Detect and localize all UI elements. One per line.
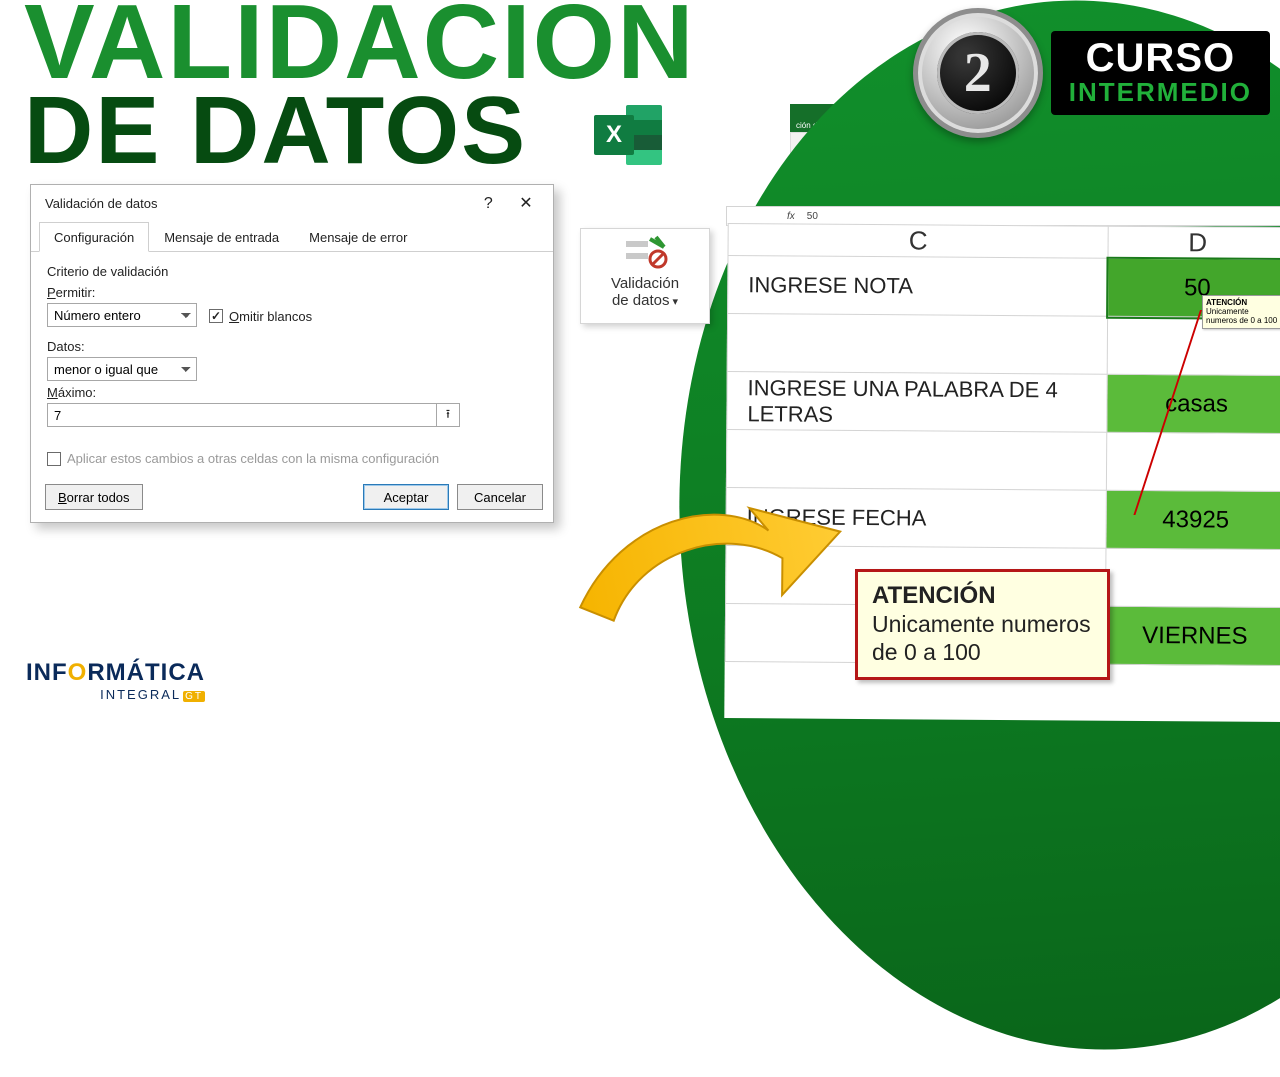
ok-button[interactable]: Aceptar [363,484,449,510]
data-validation-ribbon-button[interactable]: Validación de datos [580,228,710,324]
brand-line1-post: RMÁTICA [87,659,205,686]
tooltip-title: ATENCIÓN [1206,298,1278,307]
cell-blank[interactable] [727,314,1108,375]
tab-configuracion[interactable]: Configuración [39,222,149,252]
column-header-d[interactable]: D [1108,226,1280,259]
dialog-titlebar: Validación de datos ? ✕ [31,185,553,221]
help-icon[interactable]: ? [471,195,505,213]
permitir-label: Permitir: [47,285,197,300]
excel-letter: X [594,115,634,155]
validation-criterion-label: Criterio de validación [47,264,537,279]
data-validation-icon [620,235,670,271]
cell-prompt[interactable]: INGRESE NOTA [728,256,1109,317]
datos-label: Datos: [47,339,537,354]
close-icon[interactable]: ✕ [509,193,543,213]
brand-line1-pre: INF [26,659,68,686]
brand-line1-o: O [68,659,88,686]
level-medal-icon: 2 [913,8,1043,138]
cell-blank[interactable] [1106,432,1280,491]
checkbox-icon [209,309,223,323]
permitir-dropdown[interactable]: Número entero [47,303,197,327]
input-message-tooltip-small: ATENCIÓN Unicamente numeros de 0 a 100 [1202,295,1280,329]
cell-value[interactable]: 43925 [1106,490,1280,549]
course-label-box: CURSO INTERMEDIO [1051,31,1270,114]
tooltip-body: Unicamente numeros de 0 a 100 [872,610,1093,668]
tab-mensaje-error[interactable]: Mensaje de error [294,222,422,252]
range-picker-icon[interactable]: ⭱ [436,403,460,427]
brand-logo: INFORMÁTICA INTEGRALGT [26,659,205,702]
fx-icon[interactable]: fx [787,211,795,222]
validation-button-label2: de datos [581,292,709,309]
cell-prompt[interactable]: INGRESE UNA PALABRA DE 4 LETRAS [727,372,1108,433]
checkbox-icon [47,452,61,466]
omitir-blancos-checkbox[interactable]: Omitir blancos [209,309,312,324]
course-line2: INTERMEDIO [1069,79,1252,106]
excel-logo-icon: X [594,100,664,170]
maximo-label: Máximo: [47,385,537,400]
cell-value[interactable]: VIERNES [1105,606,1280,665]
tooltip-title: ATENCIÓN [872,582,1093,610]
formula-bar-value[interactable]: 50 [807,211,818,222]
course-line1: CURSO [1069,37,1252,79]
dialog-title: Validación de datos [45,196,158,211]
tooltip-body: Unicamente numeros de 0 a 100 [1206,307,1278,325]
clear-all-button[interactable]: Borrar todos [45,484,143,510]
apply-same-settings-checkbox: Aplicar estos cambios a otras celdas con… [47,451,537,466]
maximo-input[interactable] [47,403,437,427]
tab-mensaje-entrada[interactable]: Mensaje de entrada [149,222,294,252]
cell-blank[interactable] [1106,548,1280,607]
input-message-tooltip-large: ATENCIÓN Unicamente numeros de 0 a 100 [855,569,1110,681]
cancel-button[interactable]: Cancelar [457,484,543,510]
brand-line2: INTEGRAL [100,687,181,702]
datos-dropdown[interactable]: menor o igual que [47,357,197,381]
course-badge-group: 2 CURSO INTERMEDIO [913,8,1270,138]
dialog-tabs: Configuración Mensaje de entrada Mensaje… [31,221,553,252]
column-header-c[interactable]: C [728,224,1108,259]
validation-button-label1: Validación [581,275,709,292]
brand-gt-badge: GT [183,691,205,702]
level-number: 2 [937,32,1019,114]
apply-same-label: Aplicar estos cambios a otras celdas con… [67,451,439,466]
data-validation-dialog: Validación de datos ? ✕ Configuración Me… [30,184,554,523]
cell-value[interactable]: casas [1107,374,1280,433]
